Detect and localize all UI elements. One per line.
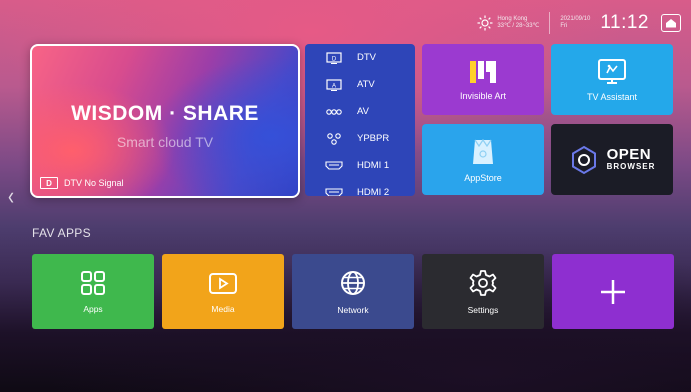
fav-app-network[interactable]: Network	[292, 254, 414, 329]
source-item-dtv[interactable]: D DTV	[305, 44, 415, 71]
source-item-label: HDMI 1	[357, 160, 390, 171]
tv-assistant-tile[interactable]: TV Assistant	[551, 44, 673, 115]
hero-title: WISDOM · SHARE	[71, 102, 259, 125]
fav-app-apps[interactable]: Apps	[32, 254, 154, 329]
fav-app-label: Apps	[83, 303, 103, 314]
browser-icon	[571, 145, 596, 174]
appstore-tile[interactable]: AppStore	[422, 124, 544, 195]
tv-preview-card[interactable]: WISDOM · SHARE Smart cloud TV D DTV No S…	[30, 44, 300, 198]
home-icon	[666, 19, 676, 28]
hdmi-icon	[325, 188, 343, 196]
source-item-hdmi1[interactable]: HDMI 1	[305, 152, 415, 179]
svg-text:D: D	[332, 56, 337, 62]
tv-assistant-label: TV Assistant	[586, 91, 638, 102]
svg-text:A: A	[332, 83, 336, 89]
fav-app-settings[interactable]: Settings	[422, 254, 544, 329]
fav-app-label: Network	[337, 304, 369, 315]
ypbpr-icon	[325, 132, 343, 145]
invisible-art-label: Invisible Art	[459, 90, 507, 101]
divider	[549, 12, 551, 34]
hdmi-icon	[325, 161, 343, 170]
weather-city: Hong Kong	[497, 16, 528, 22]
media-play-icon	[209, 272, 237, 294]
atv-icon: A	[325, 78, 343, 91]
browser-label-line1: OPEN	[606, 145, 652, 163]
source-item-ypbpr[interactable]: YPBPR	[305, 125, 415, 152]
source-item-atv[interactable]: A ATV	[305, 71, 415, 98]
clock: 11:12	[600, 12, 649, 33]
source-item-label: ATV	[357, 79, 375, 90]
date-widget: 2021/09/10 Fri	[560, 16, 590, 30]
gear-icon	[469, 269, 497, 296]
signal-status-label: DTV No Signal	[64, 178, 124, 188]
invisible-art-tile[interactable]: Invisible Art	[422, 44, 544, 115]
plus-icon	[601, 279, 625, 304]
tv-assistant-icon	[598, 58, 626, 84]
signal-status: D DTV No Signal	[40, 177, 124, 189]
source-item-label: HDMI 2	[357, 187, 390, 196]
date-label: 2021/09/10	[560, 16, 591, 22]
av-icon	[325, 108, 343, 116]
open-browser-tile[interactable]: OPEN BROWSER	[551, 124, 673, 195]
home-button[interactable]	[661, 14, 681, 32]
input-source-list: D DTV A ATV AV YPBPR HDMI 1 HDMI 2	[305, 44, 415, 196]
weather-temp: 33℃ / 28~33℃	[497, 23, 540, 29]
weather-widget: Hong Kong 33℃ / 28~33℃	[477, 15, 539, 31]
dtv-icon: D	[325, 51, 343, 64]
fav-app-label: Settings	[467, 304, 499, 315]
chevron-left-icon[interactable]: ‹	[8, 182, 14, 211]
status-bar: Hong Kong 33℃ / 28~33℃ 2021/09/10 Fri 11…	[477, 10, 681, 36]
globe-icon	[341, 270, 365, 295]
invisible-art-icon	[470, 60, 496, 83]
source-item-hdmi2[interactable]: HDMI 2	[305, 179, 415, 196]
appstore-label: AppStore	[464, 172, 502, 183]
browser-label-line2: BROWSER	[606, 161, 656, 171]
source-item-label: YPBPR	[357, 133, 390, 144]
source-item-av[interactable]: AV	[305, 98, 415, 125]
weekday-label: Fri	[560, 23, 568, 29]
appstore-icon	[473, 138, 493, 164]
source-item-label: DTV	[357, 52, 376, 63]
add-fav-app-button[interactable]	[552, 254, 674, 329]
apps-grid-icon	[81, 270, 105, 295]
source-item-label: AV	[357, 106, 369, 117]
sun-icon	[477, 15, 493, 31]
hero-subtitle: Smart cloud TV	[116, 134, 214, 150]
fav-apps-title: FAV APPS	[32, 226, 91, 240]
tv-source-icon: D	[40, 177, 58, 189]
fav-app-label: Media	[211, 303, 235, 314]
fav-app-media[interactable]: Media	[162, 254, 284, 329]
